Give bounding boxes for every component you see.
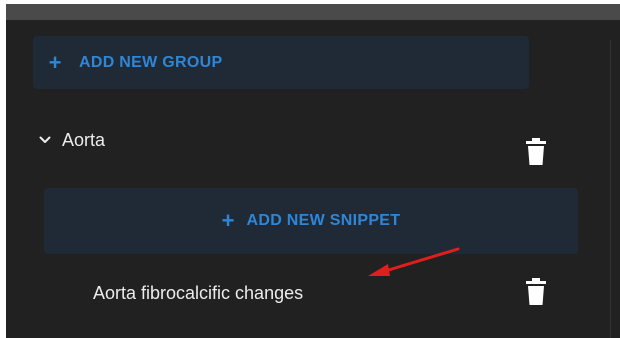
delete-group-trash-icon[interactable] — [525, 138, 547, 166]
add-new-group-button[interactable]: + ADD NEW GROUP — [33, 36, 529, 89]
panel-divider — [610, 40, 611, 338]
snippet-name: Aorta fibrocalcific changes — [93, 282, 304, 303]
group-row-aorta[interactable]: Aorta — [36, 126, 556, 154]
chevron-down-icon[interactable] — [36, 131, 54, 149]
group-name: Aorta — [62, 129, 106, 150]
snippet-row[interactable]: Aorta fibrocalcific changes — [93, 279, 303, 307]
top-bar — [6, 4, 620, 20]
delete-snippet-trash-icon[interactable] — [525, 278, 547, 306]
add-new-group-label: ADD NEW GROUP — [79, 53, 223, 71]
plus-icon: + — [221, 208, 235, 233]
plus-icon: + — [48, 49, 62, 75]
add-new-snippet-button[interactable]: + ADD NEW SNIPPET — [44, 188, 578, 254]
add-new-snippet-label: ADD NEW SNIPPET — [246, 212, 401, 229]
app-frame: + ADD NEW GROUP Aorta + ADD NEW SNIPPET … — [6, 4, 620, 338]
